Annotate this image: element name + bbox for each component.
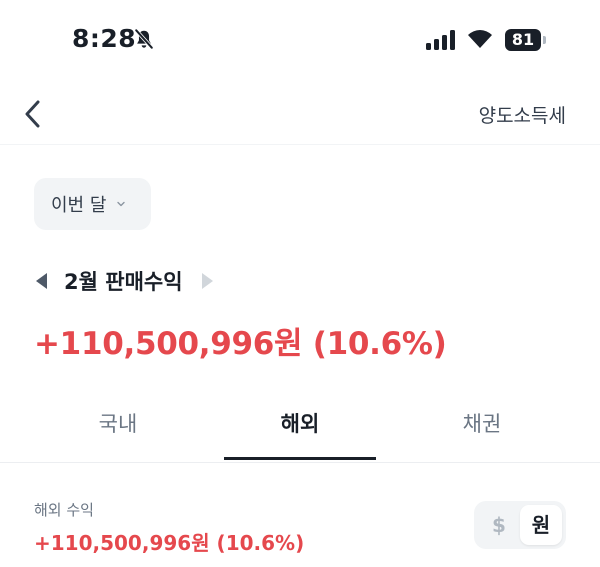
navigation-bar: 양도소득세 [0,84,600,144]
tabs-divider [0,462,600,463]
wifi-icon [468,30,492,48]
currency-option-usd[interactable]: $ [478,505,520,545]
tab-domestic[interactable]: 국내 [18,408,218,438]
month-selector: 2월 판매수익 [36,266,286,296]
tab-bonds[interactable]: 채권 [382,408,582,438]
overseas-profit-value: +110,500,996원 (10.6%) [34,531,305,555]
battery-indicator: 81 [505,29,547,51]
tab-overseas[interactable]: 해외 [200,408,400,438]
nav-divider [0,144,600,145]
market-tabs: 국내 해외 채권 [0,398,600,462]
battery-level: 81 [505,29,541,51]
battery-tip [543,36,546,44]
next-month-arrow-icon[interactable] [202,273,213,289]
chevron-down-icon [117,201,126,207]
cellular-signal-icon [426,30,455,50]
total-profit-value: +110,500,996원 (10.6%) [34,326,447,362]
bell-muted-icon [134,29,154,49]
status-bar: 8:28 81 [0,0,600,80]
active-tab-indicator [224,457,376,460]
period-filter-label: 이번 달 [51,195,107,216]
status-time: 8:28 [72,24,137,53]
period-filter-dropdown[interactable]: 이번 달 [34,178,151,230]
back-chevron-icon[interactable] [18,94,52,134]
month-sales-profit-label: 2월 판매수익 [64,270,183,294]
currency-toggle: $ 원 [474,501,566,549]
currency-option-krw[interactable]: 원 [520,505,562,545]
previous-month-arrow-icon[interactable] [36,273,47,289]
overseas-profit-label: 해외 수익 [34,501,94,519]
capital-gains-tax-link[interactable]: 양도소득세 [479,101,566,128]
screen: 8:28 81 양도소득세 이번 달 2월 판매수익 +110,500,996원… [0,0,600,567]
